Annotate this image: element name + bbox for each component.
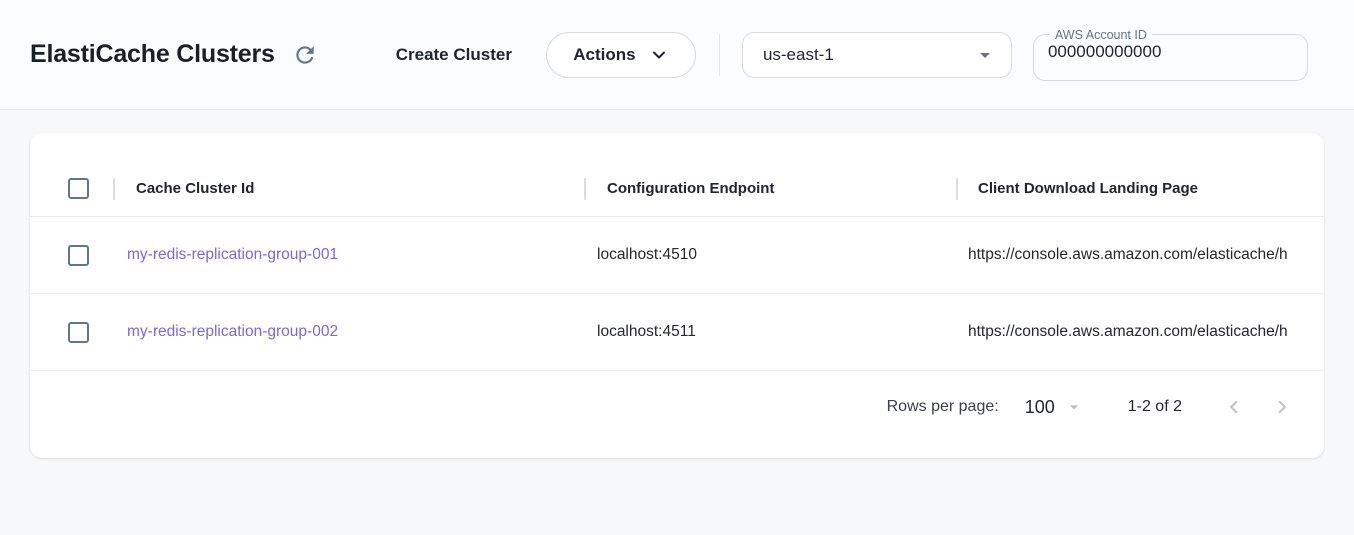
rows-per-page-caret-icon [1064,397,1084,417]
row-checkbox-cell [30,322,114,343]
rows-per-page-select[interactable]: 100 [1025,397,1084,418]
cell-client-download-landing-page: https://console.aws.amazon.com/elasticac… [957,323,1324,341]
column-separator [956,178,958,200]
pagination-range-label: 1-2 of 2 [1128,398,1182,416]
rows-per-page-value: 100 [1025,397,1055,418]
table-row: my-redis-replication-group-002 localhost… [30,294,1324,371]
table-header-row: Cache Cluster Id Configuration Endpoint … [30,161,1324,217]
cell-client-download-landing-page: https://console.aws.amazon.com/elasticac… [957,246,1324,264]
cell-cache-cluster-id: my-redis-replication-group-001 [114,246,585,264]
chevron-down-icon [649,45,669,65]
chevron-right-icon [1269,394,1295,420]
column-header-configuration-endpoint[interactable]: Configuration Endpoint [585,180,957,197]
region-select[interactable]: us-east-1 [742,32,1012,78]
header-divider [719,34,720,76]
select-all-checkbox[interactable] [68,178,89,199]
column-separator [584,178,586,200]
cluster-link[interactable]: my-redis-replication-group-001 [127,246,338,263]
column-separator [113,178,115,200]
clusters-table-card: Cache Cluster Id Configuration Endpoint … [30,133,1324,458]
cell-configuration-endpoint: localhost:4511 [585,323,957,341]
table-pagination: Rows per page: 100 1-2 of 2 [30,371,1324,443]
cell-cache-cluster-id: my-redis-replication-group-002 [114,323,585,341]
refresh-icon [292,42,318,68]
region-selected-value: us-east-1 [763,45,834,65]
cluster-link[interactable]: my-redis-replication-group-002 [127,323,338,340]
column-header-cache-cluster-id[interactable]: Cache Cluster Id [114,180,585,197]
aws-account-id-label: AWS Account ID [1050,29,1152,42]
actions-dropdown-button[interactable]: Actions [546,32,696,78]
next-page-button[interactable] [1262,387,1302,427]
row-checkbox-cell [30,245,114,266]
actions-label: Actions [573,45,635,65]
aws-account-id-field: AWS Account ID [1033,29,1308,81]
top-header-bar: ElastiCache Clusters Create Cluster Acti… [0,0,1354,110]
header-checkbox-cell [30,178,114,199]
refresh-button[interactable] [291,41,319,69]
column-header-client-download-landing-page[interactable]: Client Download Landing Page [957,180,1324,197]
table-row: my-redis-replication-group-001 localhost… [30,217,1324,294]
create-cluster-button[interactable]: Create Cluster [396,45,512,65]
cell-configuration-endpoint: localhost:4510 [585,246,957,264]
aws-account-id-input[interactable] [1048,42,1295,62]
page-title: ElastiCache Clusters [30,40,275,69]
chevron-left-icon [1221,394,1247,420]
row-checkbox[interactable] [68,245,89,266]
dropdown-caret-icon [973,43,997,67]
rows-per-page-label: Rows per page: [887,398,999,416]
previous-page-button[interactable] [1214,387,1254,427]
row-checkbox[interactable] [68,322,89,343]
